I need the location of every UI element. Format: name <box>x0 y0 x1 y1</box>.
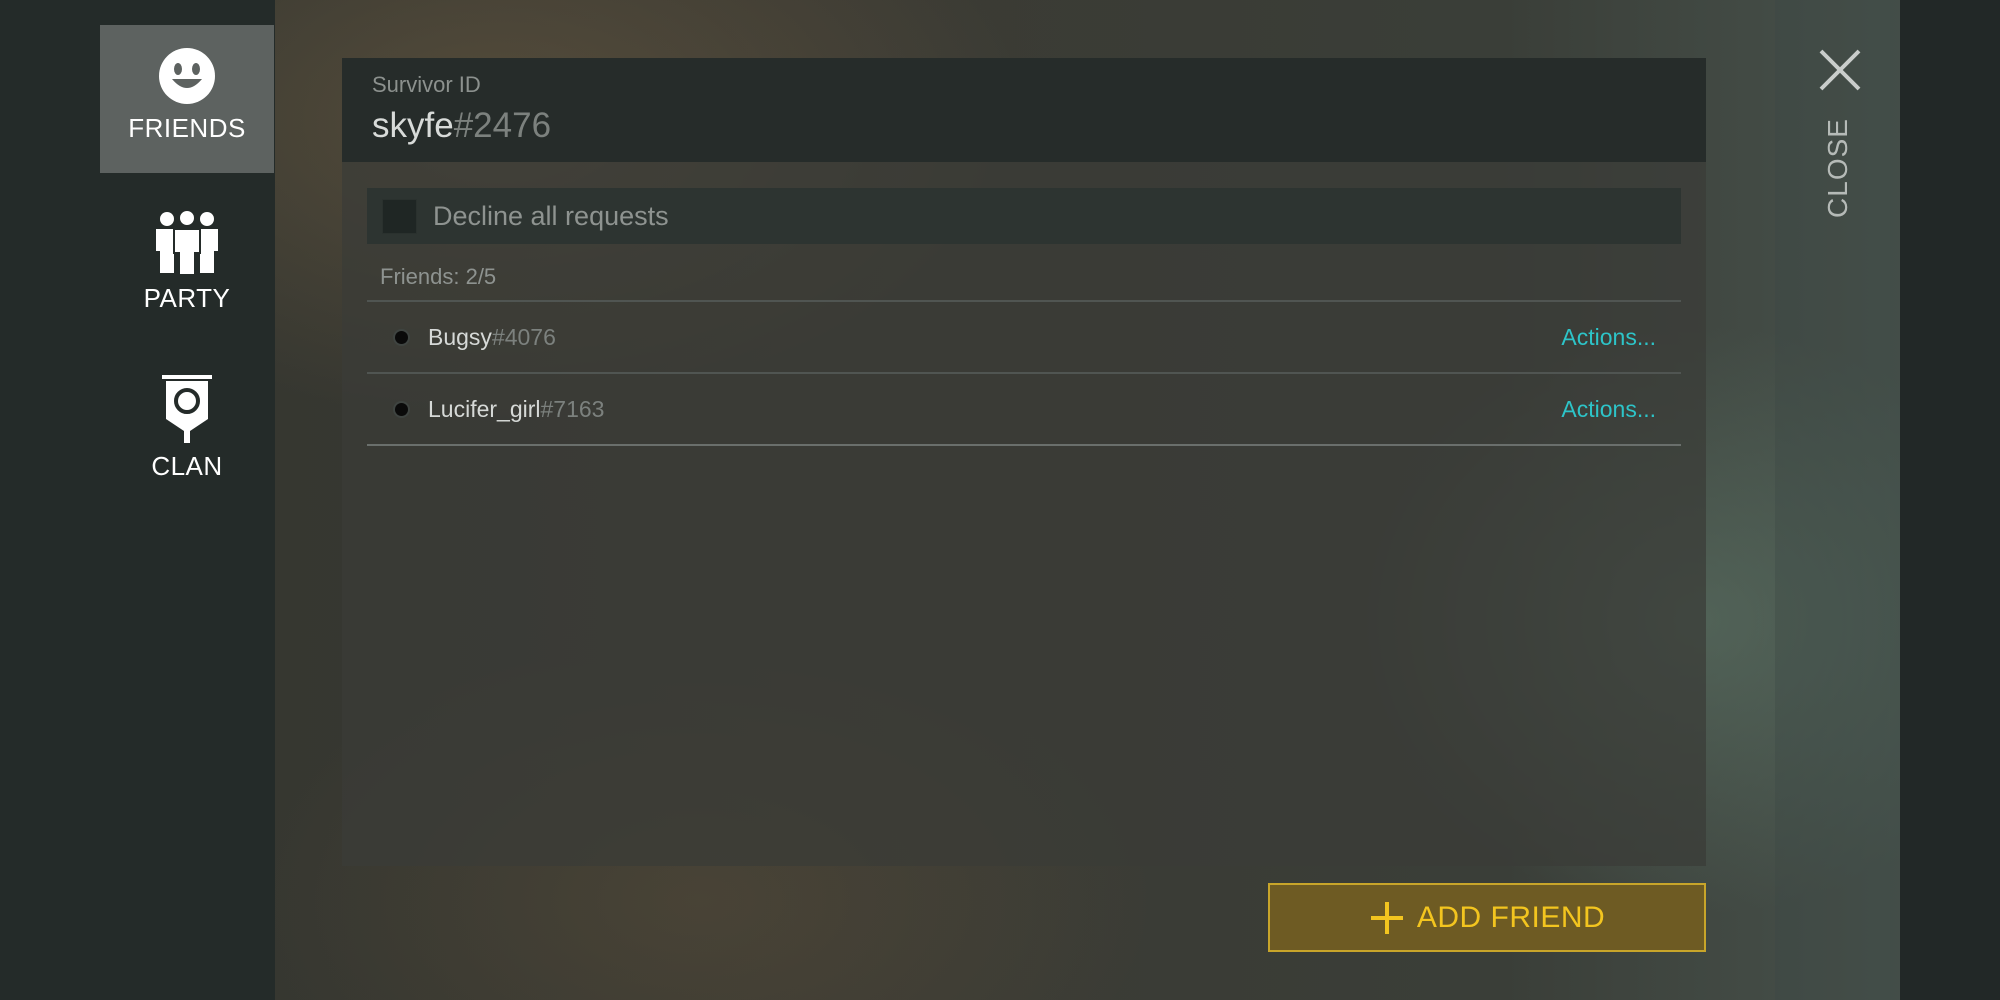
list-item: Bugsy#4076 Actions... <box>367 300 1681 372</box>
group-people-icon <box>156 209 218 275</box>
online-status-icon <box>395 330 408 344</box>
sidebar-item-friends[interactable]: FRIENDS <box>100 25 274 173</box>
close-icon[interactable] <box>1818 48 1862 92</box>
list-item: Lucifer_girl#7163 Actions... <box>367 372 1681 446</box>
sidebar-item-label: FRIENDS <box>128 113 246 143</box>
right-edge <box>1900 0 2000 1000</box>
survivor-id-value: skyfe#2476 <box>372 106 551 146</box>
close-button[interactable]: CLOSE <box>1822 118 1854 218</box>
friend-name: Lucifer_girl#7163 <box>428 395 605 422</box>
decline-all-toggle[interactable]: Decline all requests <box>367 188 1681 244</box>
friends-panel: Survivor ID skyfe#2476 Decline all reque… <box>342 58 1706 866</box>
sidebar-item-label: PARTY <box>143 283 231 313</box>
username: skyfe <box>372 106 454 145</box>
sidebar-item-label: CLAN <box>151 451 223 481</box>
sidebar-item-clan[interactable]: CLAN <box>100 349 274 497</box>
friend-name: Bugsy#4076 <box>428 323 556 350</box>
add-friend-button[interactable]: ADD FRIEND <box>1268 883 1706 952</box>
decline-all-label: Decline all requests <box>433 200 669 231</box>
smiley-face-icon <box>159 48 215 104</box>
survivor-id-header: Survivor ID skyfe#2476 <box>342 58 1706 162</box>
add-friend-label: ADD FRIEND <box>1416 900 1606 934</box>
friend-actions-button[interactable]: Actions... <box>1561 324 1656 351</box>
clan-banner-icon <box>162 375 212 443</box>
decline-all-checkbox[interactable] <box>382 198 417 234</box>
plus-icon <box>1370 901 1403 934</box>
sidebar-item-party[interactable]: PARTY <box>100 187 274 335</box>
friend-actions-button[interactable]: Actions... <box>1561 396 1656 423</box>
user-tag: #2476 <box>453 106 552 145</box>
online-status-icon <box>395 402 408 416</box>
friends-count: Friends: 2/5 <box>380 264 497 289</box>
survivor-id-label: Survivor ID <box>372 72 481 97</box>
